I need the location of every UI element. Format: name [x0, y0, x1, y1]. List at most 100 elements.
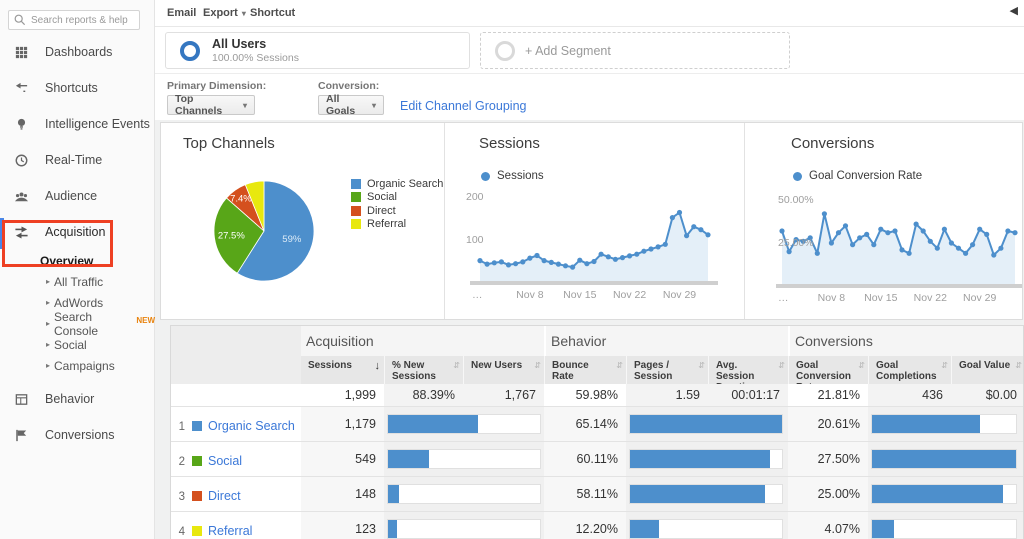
legend-item-organic-search: Organic Search	[351, 177, 443, 191]
column-header-bounce-rate[interactable]: Bounce Rate⇵	[544, 356, 626, 384]
segment-donut-icon	[180, 41, 200, 61]
data-point	[942, 227, 947, 232]
channel-swatch	[192, 421, 202, 431]
report-toolbar: Email Export▾ Shortcut ◀	[155, 0, 1024, 27]
sidebar-item-conversions[interactable]: Conversions	[0, 417, 155, 453]
bar-track	[629, 484, 783, 504]
totals-row-label-cell	[171, 384, 301, 407]
shortcut-button[interactable]: Shortcut	[250, 7, 295, 19]
bar-track	[629, 519, 783, 539]
analytics-app: DashboardsShortcutsIntelligence EventsRe…	[0, 0, 1024, 539]
group-header-label: Acquisition	[306, 333, 374, 349]
y-tick-label: 25.00%	[778, 237, 814, 249]
data-point	[857, 235, 862, 240]
add-segment-button[interactable]: + Add Segment	[480, 32, 790, 69]
bar-fill	[388, 415, 478, 433]
sidebar-item-behavior[interactable]: Behavior	[0, 381, 155, 417]
audience-icon	[14, 189, 29, 204]
sidebar-item-audience[interactable]: Audience	[0, 178, 155, 214]
sidebar-item-search-console[interactable]: ▸Search ConsoleNEW	[0, 313, 155, 334]
pie-slice-label: 59%	[282, 234, 302, 245]
column-header-sessions[interactable]: Sessions↓	[301, 356, 384, 384]
channel-swatch	[192, 526, 202, 536]
sidebar-item-all-traffic[interactable]: ▸All Traffic	[0, 271, 155, 292]
data-point	[663, 242, 668, 247]
sidebar-item-label: Audience	[45, 189, 97, 203]
data-point	[815, 251, 820, 256]
x-tick-label: Nov 8	[516, 289, 544, 301]
search-input[interactable]	[29, 14, 138, 27]
channel-link-organic-search[interactable]: Organic Search	[208, 419, 295, 433]
sidebar-item-label: Overview	[40, 254, 93, 268]
channel-link-direct[interactable]: Direct	[208, 489, 241, 503]
column-header-avg-session-duration[interactable]: Avg. Session Duration⇵	[708, 356, 788, 384]
edit-channel-grouping-link[interactable]: Edit Channel Grouping	[400, 99, 526, 113]
conversions-chart-title: Conversions	[791, 135, 874, 152]
behavior-icon	[14, 392, 29, 407]
data-point	[577, 258, 582, 263]
x-axis	[470, 281, 718, 285]
legend-item-social: Social	[351, 191, 443, 205]
sidebar-item-label: Shortcuts	[45, 81, 98, 95]
column-header-goal-completions[interactable]: Goal Completions⇵	[868, 356, 951, 384]
value-cell: 148	[301, 477, 384, 511]
data-point	[991, 252, 996, 257]
expand-arrow-icon: ▸	[46, 277, 50, 286]
channel-link-referral[interactable]: Referral	[208, 524, 252, 538]
pie-slice-label: 7.4%	[230, 193, 252, 204]
sidebar-item-shortcuts[interactable]: Shortcuts	[0, 70, 155, 106]
channel-swatch	[192, 491, 202, 501]
collapse-panel-icon[interactable]: ◀	[1010, 4, 1018, 17]
search-box[interactable]	[8, 10, 140, 30]
sidebar-item-overview[interactable]: Overview	[0, 250, 155, 271]
email-button[interactable]: Email	[167, 7, 196, 19]
column-header-pages-session[interactable]: Pages / Session⇵	[626, 356, 708, 384]
table-corner-header	[171, 326, 301, 384]
data-point	[648, 246, 653, 251]
sidebar-item-dashboards[interactable]: Dashboards	[0, 34, 155, 70]
sort-descending-icon: ↓	[375, 361, 381, 372]
sidebar-item-campaigns[interactable]: ▸Campaigns	[0, 355, 155, 376]
group-header-acquisition: Acquisition	[301, 326, 544, 356]
legend-label: Direct	[367, 205, 396, 217]
segment-title: All Users	[212, 37, 299, 51]
data-point	[871, 242, 876, 247]
channel-link-social[interactable]: Social	[208, 454, 242, 468]
sessions-chart-title: Sessions	[479, 135, 540, 152]
conversions-icon	[14, 428, 29, 443]
value-cell: 1,179	[301, 407, 384, 441]
sidebar-item-intelligence-events[interactable]: Intelligence Events	[0, 106, 155, 142]
legend-swatch	[351, 219, 361, 229]
top-channels-pie-chart: 59%27.5%7.4%	[181, 168, 351, 318]
sidebar-item-label: Conversions	[45, 428, 114, 442]
segment-subtitle: 100.00% Sessions	[212, 52, 299, 64]
primary-dimension-dropdown[interactable]: Top Channels▾	[167, 95, 255, 115]
sidebar-item-real-time[interactable]: Real-Time	[0, 142, 155, 178]
expand-arrow-icon: ▸	[46, 361, 50, 370]
shortcuts-icon	[14, 81, 29, 96]
table-row-label: 1Organic Search	[171, 407, 301, 441]
data-point	[520, 259, 525, 264]
conversion-label: Conversion:	[318, 80, 379, 92]
bar-fill	[388, 450, 429, 468]
table-row-label: 4Referral	[171, 512, 301, 539]
group-header-label: Conversions	[795, 333, 873, 349]
column-header--new-sessions[interactable]: % New Sessions⇵	[384, 356, 463, 384]
conversions-legend-label: Goal Conversion Rate	[809, 170, 922, 182]
data-point	[492, 260, 497, 265]
conversion-dropdown[interactable]: All Goals▾	[318, 95, 384, 115]
bar-track	[871, 519, 1017, 539]
data-point	[878, 227, 883, 232]
value-cell: 123	[301, 512, 384, 539]
x-axis	[776, 284, 1022, 288]
export-button[interactable]: Export▾	[203, 7, 246, 19]
sidebar-item-acquisition[interactable]: Acquisition	[0, 214, 155, 250]
segment-all-users[interactable]: All Users 100.00% Sessions	[165, 32, 470, 69]
sort-icon: ⇵	[453, 360, 460, 371]
legend-swatch	[351, 206, 361, 216]
column-header-label: Goal Value	[959, 360, 1010, 371]
column-header-new-users[interactable]: New Users⇵	[463, 356, 544, 384]
column-header-goal-conversion-rate[interactable]: Goal Conversion Rate⇵	[788, 356, 868, 384]
column-header-goal-value[interactable]: Goal Value⇵	[951, 356, 1024, 384]
expand-arrow-icon: ▸	[46, 319, 50, 328]
